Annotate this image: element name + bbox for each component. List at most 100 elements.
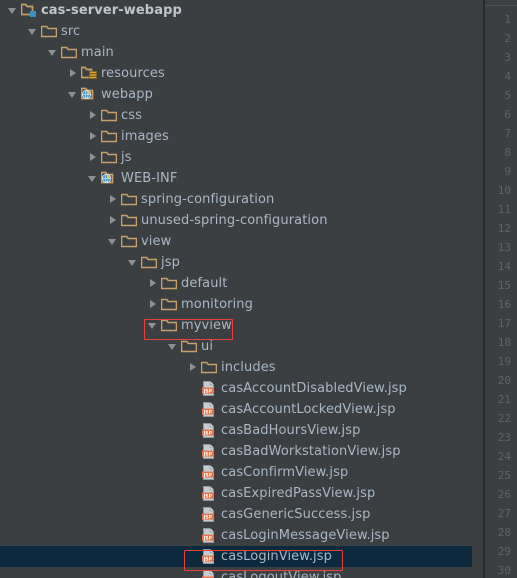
project-tree-pane[interactable]: cas-server-webapp src main resources webapp c… <box>0 0 472 578</box>
tree-row-label: unused-spring-configuration <box>141 213 328 228</box>
folder-icon <box>120 210 138 231</box>
folder-icon <box>180 336 198 357</box>
chevron-down-icon[interactable] <box>106 231 120 252</box>
line-number: 4 <box>504 70 511 83</box>
chevron-right-icon[interactable] <box>86 105 100 126</box>
tree-row[interactable]: unused-spring-configuration <box>0 210 472 231</box>
tree-row-selected[interactable]: JSP casLoginView.jsp <box>0 546 472 567</box>
tree-row[interactable]: WEB-INF <box>0 168 472 189</box>
line-number: 7 <box>504 127 511 140</box>
line-number: 9 <box>504 165 511 178</box>
tree-row-label: cas-server-webapp <box>41 3 182 18</box>
tree-row[interactable]: css <box>0 105 472 126</box>
line-number: 13 <box>497 241 511 254</box>
tree-row[interactable]: myview <box>0 315 472 336</box>
tree-row[interactable]: JSPcasLogoutView.jsp <box>0 567 472 578</box>
line-number: 20 <box>497 374 511 387</box>
line-number: 29 <box>497 545 511 558</box>
tree-row[interactable]: images <box>0 126 472 147</box>
line-number: 12 <box>497 222 511 235</box>
tree-row-label: casGenericSuccess.jsp <box>221 507 371 522</box>
chevron-down-icon[interactable] <box>66 84 80 105</box>
resources-folder-icon <box>80 63 98 84</box>
tree-row-label: monitoring <box>181 297 253 312</box>
tree-row-label: ui <box>201 339 214 354</box>
tree-row[interactable]: JSP casAccountLockedView.jsp <box>0 399 472 420</box>
tree-row-label: resources <box>101 66 165 81</box>
chevron-down-icon[interactable] <box>146 315 160 336</box>
chevron-right-icon[interactable] <box>86 147 100 168</box>
tree-row[interactable]: JSP casGenericSuccess.jsp <box>0 504 472 525</box>
tree-row-label: webapp <box>101 87 153 102</box>
chevron-down-icon[interactable] <box>86 168 100 189</box>
chevron-right-icon[interactable] <box>186 357 200 378</box>
tree-row[interactable]: js <box>0 147 472 168</box>
module-folder-icon <box>20 0 38 21</box>
tree-row[interactable]: cas-server-webapp <box>0 0 472 21</box>
folder-icon <box>60 42 78 63</box>
folder-icon <box>140 252 158 273</box>
chevron-right-icon[interactable] <box>146 273 160 294</box>
chevron-right-icon[interactable] <box>86 126 100 147</box>
line-number: 15 <box>497 279 511 292</box>
line-number: 19 <box>497 355 511 368</box>
folder-icon <box>100 147 118 168</box>
jsp-file-icon: JSP <box>200 525 218 546</box>
tree-row-label: casBadHoursView.jsp <box>221 423 361 438</box>
line-number: 11 <box>497 203 511 216</box>
tree-row[interactable]: jsp <box>0 252 472 273</box>
tree-row-label: images <box>121 129 169 144</box>
tree-row[interactable]: main <box>0 42 472 63</box>
chevron-down-icon[interactable] <box>126 252 140 273</box>
ide-project-view: cas-server-webapp src main resources webapp c… <box>0 0 517 578</box>
chevron-down-icon[interactable] <box>46 42 60 63</box>
tree-row[interactable]: view <box>0 231 472 252</box>
chevron-right-icon[interactable] <box>106 189 120 210</box>
line-number: 1 <box>504 13 511 26</box>
tree-row[interactable]: webapp <box>0 84 472 105</box>
tree-row-label: casBadWorkstationView.jsp <box>221 444 401 459</box>
web-folder-icon <box>100 168 118 189</box>
tree-row[interactable]: JSP casAccountDisabledView.jsp <box>0 378 472 399</box>
tree-row[interactable]: spring-configuration <box>0 189 472 210</box>
tree-row[interactable]: JSP casLoginMessageView.jsp <box>0 525 472 546</box>
tree-row[interactable]: src <box>0 21 472 42</box>
folder-icon <box>120 231 138 252</box>
line-number: 3 <box>504 51 511 64</box>
tree-row-label: css <box>121 108 142 123</box>
tree-row[interactable]: ui <box>0 336 472 357</box>
jsp-file-icon: JSP <box>200 483 218 504</box>
tree-row[interactable]: JSP casBadWorkstationView.jsp <box>0 441 472 462</box>
jsp-file-icon: JSP <box>200 504 218 525</box>
chevron-right-icon[interactable] <box>66 63 80 84</box>
chevron-down-icon[interactable] <box>6 0 20 21</box>
chevron-right-icon[interactable] <box>146 294 160 315</box>
jsp-file-icon: JSP <box>200 567 218 578</box>
chevron-right-icon[interactable] <box>106 210 120 231</box>
line-number: 17 <box>497 317 511 330</box>
tree-row[interactable]: default <box>0 273 472 294</box>
tree-row[interactable]: monitoring <box>0 294 472 315</box>
tree-row[interactable]: includes <box>0 357 472 378</box>
svg-text:JSP: JSP <box>203 493 213 499</box>
line-number: 25 <box>497 469 511 482</box>
svg-text:JSP: JSP <box>203 514 213 520</box>
scrollbar-track[interactable] <box>473 0 483 578</box>
tree-row[interactable]: JSP casBadHoursView.jsp <box>0 420 472 441</box>
chevron-down-icon[interactable] <box>26 21 40 42</box>
chevron-down-icon[interactable] <box>166 336 180 357</box>
tree-row[interactable]: JSP casExpiredPassView.jsp <box>0 483 472 504</box>
line-number: 14 <box>497 260 511 273</box>
tree-row-label: casConfirmView.jsp <box>221 465 349 480</box>
tree-row[interactable]: JSP casConfirmView.jsp <box>0 462 472 483</box>
tree-row-label: WEB-INF <box>121 171 178 186</box>
tree-row[interactable]: resources <box>0 63 472 84</box>
line-number: 23 <box>497 431 511 444</box>
tree-row-label: includes <box>221 360 276 375</box>
